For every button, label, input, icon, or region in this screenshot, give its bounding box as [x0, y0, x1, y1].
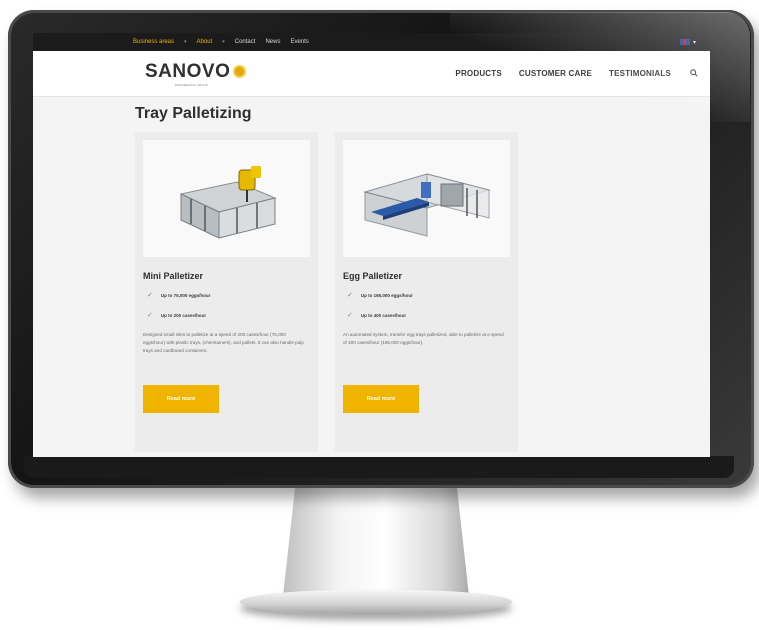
feature-text: Up to 400 cases/hour [360, 312, 407, 318]
logo-tagline: ENGINEERING GROUP [175, 82, 208, 87]
main-content: Tray Palletizing Mini Palletizer ✓ Up to… [33, 97, 710, 452]
product-card-mini-palletizer: Mini Palletizer ✓ Up to 75,000 eggs/hour… [135, 132, 318, 452]
topbar-news-link[interactable]: News [265, 39, 280, 45]
egg-palletizer-image [343, 140, 510, 257]
top-utility-bar: Business areas ▾ About ▾ Contact News Ev… [33, 33, 710, 51]
sanovo-logo[interactable]: SANOVO ENGINEERING GROUP [145, 60, 247, 87]
read-more-button[interactable]: Read more [343, 385, 419, 413]
uk-flag-icon [679, 39, 690, 45]
monitor-stand-base [240, 590, 512, 614]
monitor-chin [24, 456, 734, 478]
check-icon: ✓ [347, 292, 353, 299]
card-description: Designed small sites to palletize at a s… [143, 332, 304, 353]
feature-text: Up to 200 cases/hour [160, 312, 207, 318]
read-more-button[interactable]: Read more [143, 385, 219, 413]
topbar-contact-link[interactable]: Contact [235, 39, 256, 45]
check-icon: ✓ [147, 292, 153, 299]
monitor-screen: Business areas ▾ About ▾ Contact News Ev… [33, 33, 710, 457]
logo-egg-icon [233, 65, 247, 78]
search-icon[interactable] [690, 68, 698, 79]
nav-item-customer-care[interactable]: CUSTOMER CARE [519, 69, 592, 78]
nav-item-products[interactable]: PRODUCTS [455, 69, 502, 78]
feature-text: Up to 75,000 eggs/hour [160, 292, 211, 298]
language-selector[interactable]: ▾ [679, 39, 696, 46]
nav-item-testimonials[interactable]: TESTIMONIALS [609, 69, 671, 78]
chevron-down-icon: ▾ [184, 39, 187, 45]
logo-row: SANOVO [145, 60, 247, 83]
page-title: Tray Palletizing [135, 105, 252, 122]
card-description: An automated system, transfer egg trays … [343, 332, 504, 345]
topbar-about-link[interactable]: About [197, 39, 213, 45]
monitor-stand-neck [282, 470, 470, 605]
check-icon: ✓ [147, 312, 153, 319]
chevron-down-icon: ▾ [222, 39, 225, 45]
mini-palletizer-image [143, 140, 310, 257]
topbar-business-areas-link[interactable]: Business areas [133, 39, 174, 45]
topbar-events-link[interactable]: Events [290, 39, 308, 45]
logo-text: SANOVO [145, 60, 231, 82]
product-card-egg-palletizer: Egg Palletizer ✓ Up to 165,000 eggs/hour… [335, 132, 518, 452]
feature-item: ✓ Up to 75,000 eggs/hour [143, 291, 310, 299]
card-title: Mini Palletizer [143, 271, 204, 281]
main-navbar: SANOVO ENGINEERING GROUP PRODUCTS CUSTOM… [33, 51, 710, 97]
card-title: Egg Palletizer [343, 271, 403, 281]
product-cards: Mini Palletizer ✓ Up to 75,000 eggs/hour… [135, 132, 710, 452]
chevron-down-icon: ▾ [692, 39, 696, 46]
feature-item: ✓ Up to 200 cases/hour [143, 311, 310, 319]
feature-text: Up to 165,000 eggs/hour [360, 292, 413, 298]
nav-links: PRODUCTS CUSTOMER CARE TESTIMONIALS [455, 68, 698, 79]
feature-item: ✓ Up to 165,000 eggs/hour [343, 291, 510, 299]
feature-item: ✓ Up to 400 cases/hour [343, 311, 510, 319]
check-icon: ✓ [347, 312, 353, 319]
